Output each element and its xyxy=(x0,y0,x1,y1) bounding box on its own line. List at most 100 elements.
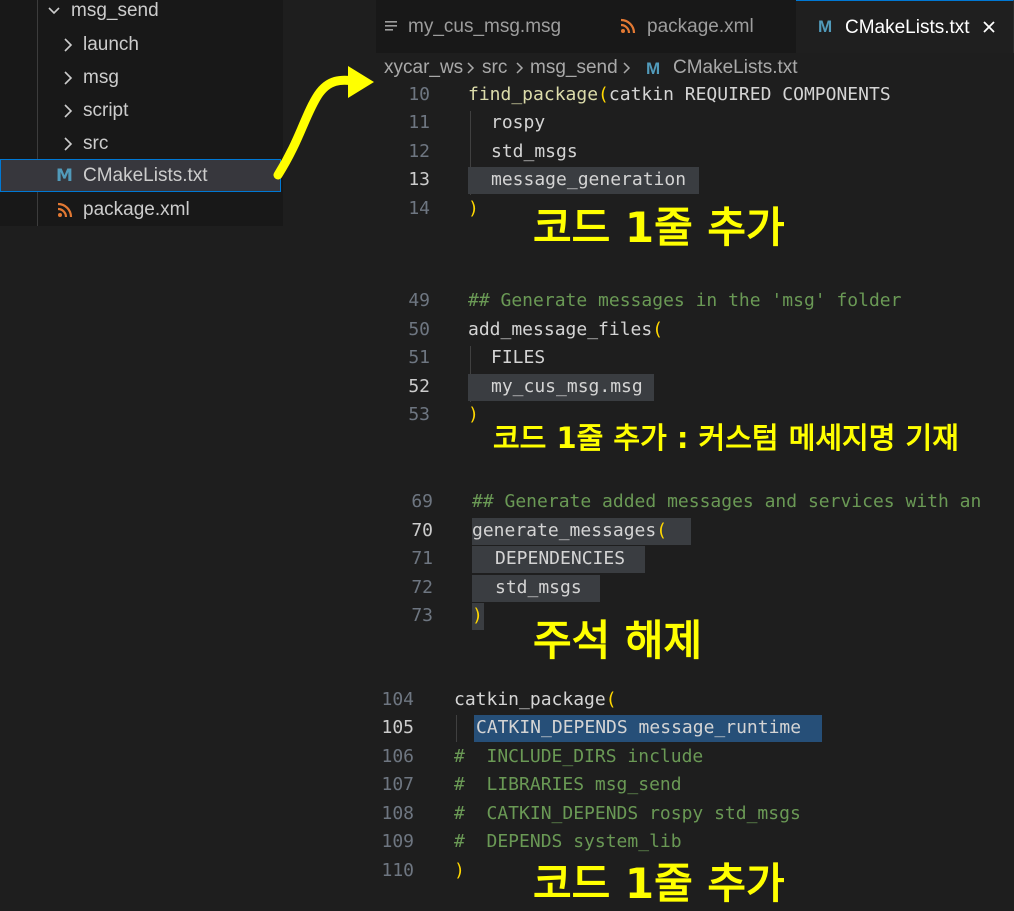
code-line: rospy xyxy=(491,112,546,133)
line-number: 12 xyxy=(408,141,430,162)
xml-rss-icon xyxy=(57,202,73,218)
arrow-annotation-icon xyxy=(273,66,374,180)
code-line: ) xyxy=(468,198,479,219)
breadcrumb-item[interactable]: xycar_ws xyxy=(384,53,463,83)
code-token: catkin REQUIRED COMPONENTS xyxy=(608,84,891,105)
tree-folder-launch[interactable]: launch xyxy=(0,28,281,61)
cmake-file-icon: M xyxy=(646,59,661,78)
line-number: 49 xyxy=(408,290,430,311)
code-line: ) xyxy=(468,404,479,425)
code-token: ( xyxy=(598,84,609,105)
text-file-icon xyxy=(385,21,397,31)
line-number: 73 xyxy=(411,605,433,626)
line-number: 110 xyxy=(381,860,414,881)
code-line: find_package(catkin REQUIRED COMPONENTS xyxy=(468,81,891,109)
code-line: ) xyxy=(454,860,465,881)
code-line: CATKIN_DEPENDS message_runtime xyxy=(476,717,802,738)
code-line: ) xyxy=(472,605,483,626)
code-line: message_generation xyxy=(491,169,687,190)
code-token: generate_messages xyxy=(472,520,657,541)
indent-guide xyxy=(456,715,457,742)
code-line: generate_messages( xyxy=(472,517,667,545)
close-icon[interactable] xyxy=(982,20,996,34)
line-number: 72 xyxy=(411,577,433,598)
tab-label: my_cus_msg.msg xyxy=(408,16,562,37)
tab-bar: my_cus_msg.msg package.xml M CMakeLists.… xyxy=(376,0,1014,53)
tree-item-label: src xyxy=(83,133,109,154)
tree-file-package-xml[interactable]: package.xml xyxy=(0,193,281,226)
chevron-right-icon xyxy=(64,71,73,85)
tree-folder-script[interactable]: script xyxy=(0,94,281,127)
line-number: 11 xyxy=(408,112,430,133)
line-number: 10 xyxy=(408,84,430,105)
tree-file-cmakelists[interactable]: M CMakeLists.txt xyxy=(0,159,281,192)
code-line: # INCLUDE_DIRS include xyxy=(454,746,704,767)
code-line: ## Generate added messages and services … xyxy=(472,491,982,512)
tab-cmakelists[interactable]: M CMakeLists.txt xyxy=(796,0,1014,53)
line-number: 53 xyxy=(408,404,430,425)
line-number: 70 xyxy=(411,520,433,541)
line-number: 52 xyxy=(408,376,430,397)
breadcrumb: xycar_ws src msg_send M CMakeLists.txt xyxy=(376,53,1014,83)
code-line: add_message_files( xyxy=(468,316,663,344)
line-number: 71 xyxy=(411,548,433,569)
line-number: 51 xyxy=(408,347,430,368)
code-token: ( xyxy=(652,319,664,340)
cmake-file-icon: M xyxy=(818,17,833,36)
tree-folder-label: msg_send xyxy=(71,0,159,21)
code-line: # LIBRARIES msg_send xyxy=(454,774,682,795)
tab-my-cus-msg[interactable]: my_cus_msg.msg xyxy=(376,0,598,53)
line-number: 13 xyxy=(408,169,430,190)
code-token: catkin_package xyxy=(454,689,606,710)
tree-item-label: script xyxy=(83,100,129,121)
file-explorer: msg_send launch msg script src M CMakeLi… xyxy=(0,0,283,226)
chevron-right-icon xyxy=(467,62,475,74)
annotation-note: 주석 해제 xyxy=(533,616,703,665)
annotation-note: 코드 1줄 추가 xyxy=(533,859,785,908)
code-token: find_package xyxy=(468,84,599,105)
tab-label: CMakeLists.txt xyxy=(845,17,970,38)
chevron-right-icon xyxy=(64,38,73,52)
tree-folder-src[interactable]: src xyxy=(0,127,281,160)
tree-folder-msg[interactable]: msg xyxy=(0,61,281,94)
code-line: catkin_package( xyxy=(454,686,617,714)
chevron-down-icon xyxy=(48,7,60,15)
line-number: 107 xyxy=(381,774,414,795)
code-line: FILES xyxy=(491,347,546,368)
tab-package-xml[interactable]: package.xml xyxy=(597,0,797,53)
line-number: 104 xyxy=(381,689,414,710)
line-number: 109 xyxy=(381,831,414,852)
breadcrumb-item[interactable]: msg_send xyxy=(530,53,618,83)
code-line: ## Generate messages in the 'msg' folder xyxy=(468,290,902,311)
line-number: 108 xyxy=(381,803,414,824)
xml-rss-icon xyxy=(620,18,636,34)
tree-item-label: msg xyxy=(83,67,119,88)
code-line: my_cus_msg.msg xyxy=(491,376,643,397)
line-number: 106 xyxy=(381,746,414,767)
code-line: # CATKIN_DEPENDS rospy std_msgs xyxy=(454,803,801,824)
line-number: 14 xyxy=(408,198,430,219)
breadcrumb-item[interactable]: src xyxy=(482,53,507,83)
line-number: 50 xyxy=(408,319,430,340)
cmake-file-icon: M xyxy=(56,166,73,186)
annotation-note: 코드 1줄 추가 xyxy=(533,203,785,252)
code-line: std_msgs xyxy=(491,141,578,162)
annotation-note: 코드 1줄 추가 : 커스텀 메세지명 기재 xyxy=(493,421,959,455)
code-token: ( xyxy=(656,520,668,541)
tab-label: package.xml xyxy=(647,16,754,37)
code-line: DEPENDENCIES xyxy=(495,548,626,569)
tree-item-label: CMakeLists.txt xyxy=(83,165,208,186)
chevron-right-icon xyxy=(64,137,73,151)
chevron-right-icon xyxy=(516,62,524,74)
code-line: std_msgs xyxy=(495,577,582,598)
chevron-right-icon xyxy=(64,104,73,118)
code-token: ( xyxy=(605,689,617,710)
line-number: 69 xyxy=(411,491,433,512)
chevron-right-icon xyxy=(623,62,631,74)
tree-item-label: package.xml xyxy=(83,199,190,220)
tree-folder-msg-send[interactable]: msg_send xyxy=(0,0,281,27)
breadcrumb-item[interactable]: CMakeLists.txt xyxy=(673,53,798,83)
tree-item-label: launch xyxy=(83,34,139,55)
code-token: add_message_files xyxy=(468,319,653,340)
line-number: 105 xyxy=(381,717,414,738)
